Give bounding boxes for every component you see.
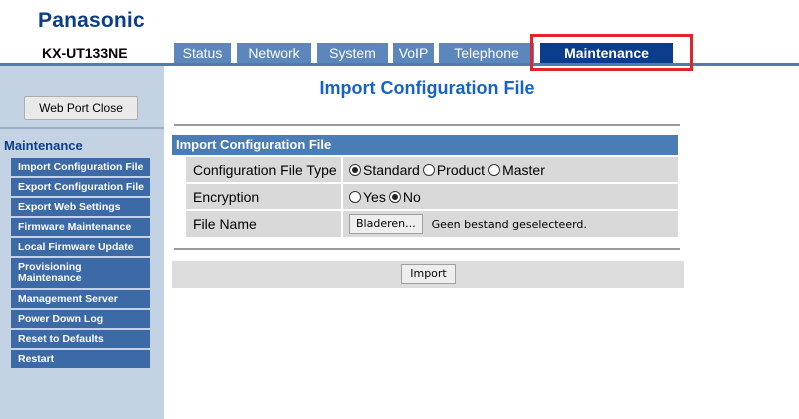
- tab-system[interactable]: System: [317, 43, 388, 63]
- sidebar-item-firmware-maintenance[interactable]: Firmware Maintenance: [11, 218, 150, 236]
- tab-telephone[interactable]: Telephone: [439, 43, 534, 63]
- sidebar-item-restart[interactable]: Restart: [11, 350, 150, 368]
- sidebar-heading: Maintenance: [4, 138, 83, 153]
- sidebar-item-import-configuration-file[interactable]: Import Configuration File: [11, 158, 150, 176]
- radio-unchecked-icon[interactable]: [349, 190, 361, 203]
- radio-checked-icon[interactable]: [349, 163, 361, 176]
- radio-unchecked-icon[interactable]: [488, 163, 501, 176]
- radio-checked-icon[interactable]: [388, 190, 401, 203]
- sidebar-item-power-down-log[interactable]: Power Down Log: [11, 310, 150, 328]
- sidebar-item-reset-to-defaults[interactable]: Reset to Defaults: [11, 330, 150, 348]
- sidebar-item-export-web-settings[interactable]: Export Web Settings: [11, 198, 150, 216]
- import-button[interactable]: Import: [401, 264, 456, 284]
- radio-master-label: Master: [502, 161, 545, 178]
- tab-status[interactable]: Status: [174, 43, 231, 63]
- radio-unchecked-icon[interactable]: [422, 163, 435, 176]
- sidebar-item-provisioning-maintenance[interactable]: Provisioning Maintenance: [11, 258, 150, 288]
- config-type-row: Configuration File Type Standard Product…: [186, 157, 678, 182]
- config-type-options: Standard Product Master: [341, 157, 678, 182]
- radio-standard-label: Standard: [363, 161, 420, 178]
- section-header: Import Configuration File: [172, 135, 678, 155]
- radio-yes-label: Yes: [363, 188, 386, 205]
- radio-no-label: No: [402, 188, 421, 205]
- sidebar-item-management-server[interactable]: Management Server: [11, 290, 150, 308]
- tab-voip[interactable]: VoIP: [393, 43, 434, 63]
- tab-network[interactable]: Network: [237, 43, 311, 63]
- file-status-text: Geen bestand geselecteerd.: [431, 217, 587, 231]
- sidebar-divider: [0, 127, 164, 129]
- encryption-row: Encryption Yes No: [186, 184, 678, 209]
- model-name: KX-UT133NE: [42, 45, 128, 61]
- encryption-label: Encryption: [193, 188, 260, 205]
- file-name-row: File Name Bladeren... Geen bestand gesel…: [186, 211, 678, 237]
- radio-product[interactable]: Product: [422, 161, 486, 178]
- tab-maintenance[interactable]: Maintenance: [540, 43, 673, 63]
- browse-button[interactable]: Bladeren...: [349, 214, 423, 234]
- radio-product-label: Product: [436, 161, 486, 178]
- sidebar-item-export-configuration-file[interactable]: Export Configuration File: [11, 178, 150, 196]
- config-type-label: Configuration File Type: [193, 161, 337, 178]
- sidebar-item-local-firmware-update[interactable]: Local Firmware Update: [11, 238, 150, 256]
- radio-standard[interactable]: Standard: [349, 162, 420, 178]
- file-input: Bladeren... Geen bestand geselecteerd.: [341, 211, 678, 237]
- radio-yes[interactable]: Yes: [349, 189, 386, 205]
- top-divider: [174, 124, 680, 126]
- bottom-divider: [174, 248, 680, 250]
- radio-no[interactable]: No: [388, 188, 421, 205]
- page-title: Import Configuration File: [319, 78, 535, 98]
- encryption-options: Yes No: [341, 184, 678, 209]
- web-port-close-button[interactable]: Web Port Close: [24, 96, 138, 120]
- file-name-label: File Name: [193, 216, 257, 232]
- radio-master[interactable]: Master: [488, 162, 545, 178]
- panasonic-logo: Panasonic: [38, 9, 145, 32]
- action-bar: Import: [172, 261, 684, 288]
